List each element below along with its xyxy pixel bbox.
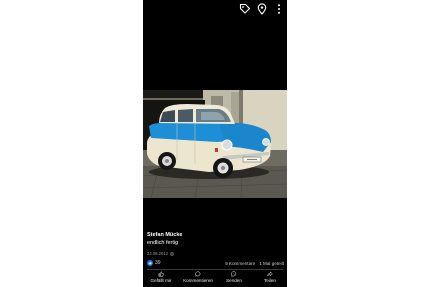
comment-button-label: Kommentieren (183, 278, 213, 283)
like-button[interactable]: Gefällt mir (144, 271, 178, 283)
send-button[interactable]: Senden (217, 271, 251, 283)
thumbs-up-icon (158, 271, 164, 277)
action-bar: Gefällt mir Kommentieren Senden Teilen (143, 271, 287, 287)
post-caption: endlich fertig (147, 240, 179, 246)
engagement-stats: 9 Kommentare 1 Mal geteilt (225, 261, 284, 266)
car-photo-illustration (143, 90, 287, 198)
send-button-label: Senden (226, 278, 242, 283)
tag-icon[interactable] (239, 3, 251, 15)
globe-icon (170, 251, 174, 256)
divider (147, 269, 283, 270)
comment-count[interactable]: 9 Kommentare (225, 261, 255, 266)
post-date: 24.06.2012 (147, 251, 168, 256)
share-button-label: Teilen (263, 278, 276, 283)
messenger-icon (231, 271, 237, 277)
comment-button[interactable]: Kommentieren (181, 271, 215, 283)
like-reaction-icon (147, 260, 153, 266)
more-options-icon[interactable] (273, 3, 285, 15)
post-date-row: 24.06.2012 (147, 251, 174, 256)
share-button[interactable]: Teilen (253, 271, 287, 283)
share-count[interactable]: 1 Mal geteilt (259, 261, 284, 266)
like-button-label: Gefällt mir (150, 278, 172, 283)
post-photo[interactable] (143, 90, 287, 198)
location-pin-icon[interactable] (256, 3, 268, 15)
share-icon (267, 271, 273, 277)
post-author[interactable]: Stefan Mücke (147, 232, 182, 238)
reactions-summary[interactable]: 39 (147, 260, 161, 266)
post-viewer: Stefan Mücke endlich fertig 24.06.2012 3… (143, 0, 287, 287)
comment-icon (195, 271, 201, 277)
reaction-count: 39 (155, 260, 161, 266)
